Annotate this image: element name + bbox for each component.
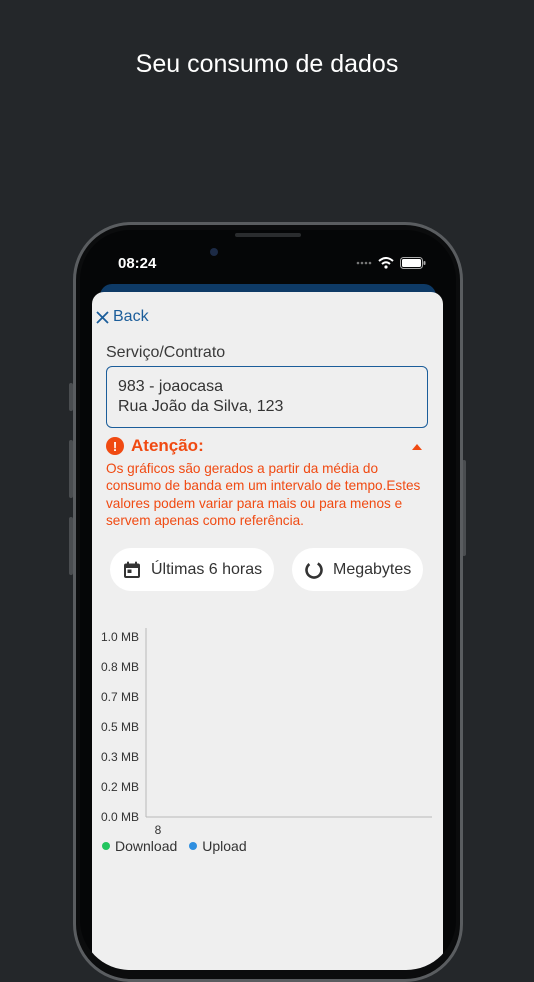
consumption-sheet: Back Serviço/Contrato 983 - joaocasa Rua…	[92, 292, 443, 970]
chart-legend: Download Upload	[102, 838, 259, 854]
unit-filter-button[interactable]: Megabytes	[292, 548, 423, 591]
status-time: 08:24	[118, 255, 157, 272]
service-contract: 983 - joaocasa	[118, 378, 223, 395]
attention-header[interactable]: ! Atenção:	[106, 436, 428, 456]
service-label: Serviço/Contrato	[106, 344, 226, 361]
attention-title: Atenção:	[131, 436, 204, 455]
data-usage-chart: 1.0 MB 0.8 MB 0.7 MB 0.5 MB 0.3 MB 0.2 MB 0.0 …	[101, 628, 432, 837]
y-tick-label: 0.2 MB	[101, 780, 139, 794]
period-filter-button[interactable]: Últimas 6 horas	[110, 548, 274, 591]
legend-item-download: Download	[102, 838, 177, 854]
back-button[interactable]: Back	[96, 308, 149, 326]
speaker-grille	[235, 233, 301, 237]
service-selector[interactable]: 983 - joaocasa Rua João da Silva, 123	[106, 366, 428, 428]
attention-text: Os gráficos são gerados a partir da médi…	[106, 461, 421, 528]
legend-item-upload: Upload	[189, 838, 247, 854]
battery-icon	[400, 257, 426, 269]
front-camera	[210, 248, 218, 256]
download-legend-dot	[102, 842, 110, 850]
signal-icon	[356, 261, 372, 265]
page-headline: Seu consumo de dados	[135, 50, 399, 78]
back-label: Back	[113, 308, 149, 325]
y-tick-label: 1.0 MB	[101, 630, 139, 644]
period-filter-label: Últimas 6 horas	[151, 560, 263, 578]
warning-icon: !	[106, 437, 124, 455]
status-icons	[356, 257, 426, 269]
service-address: Rua João da Silva, 123	[118, 398, 284, 415]
close-icon	[96, 310, 109, 324]
y-tick-label: 0.5 MB	[101, 720, 139, 734]
upload-legend-dot	[189, 842, 198, 850]
phone-screen: 08:24 Back Serviço/Contrato 983 - joaoca…	[80, 230, 456, 970]
legend-upload-label: Upload	[202, 838, 247, 854]
y-tick-label: 0.8 MB	[101, 660, 139, 674]
calendar-icon	[124, 561, 140, 578]
wifi-icon	[378, 257, 394, 269]
y-tick-label: 0.0 MB	[101, 810, 139, 824]
y-tick-label: 0.3 MB	[101, 750, 139, 764]
collapse-caret-icon[interactable]	[412, 444, 422, 450]
x-tick-label: 8	[155, 823, 162, 837]
legend-download-label: Download	[115, 838, 178, 854]
attention-notice: ! Atenção: Os gráficos são gerados a par…	[106, 436, 428, 529]
loading-spinner-icon	[305, 560, 323, 579]
y-tick-label: 0.7 MB	[101, 690, 139, 704]
unit-filter-label: Megabytes	[333, 560, 412, 578]
